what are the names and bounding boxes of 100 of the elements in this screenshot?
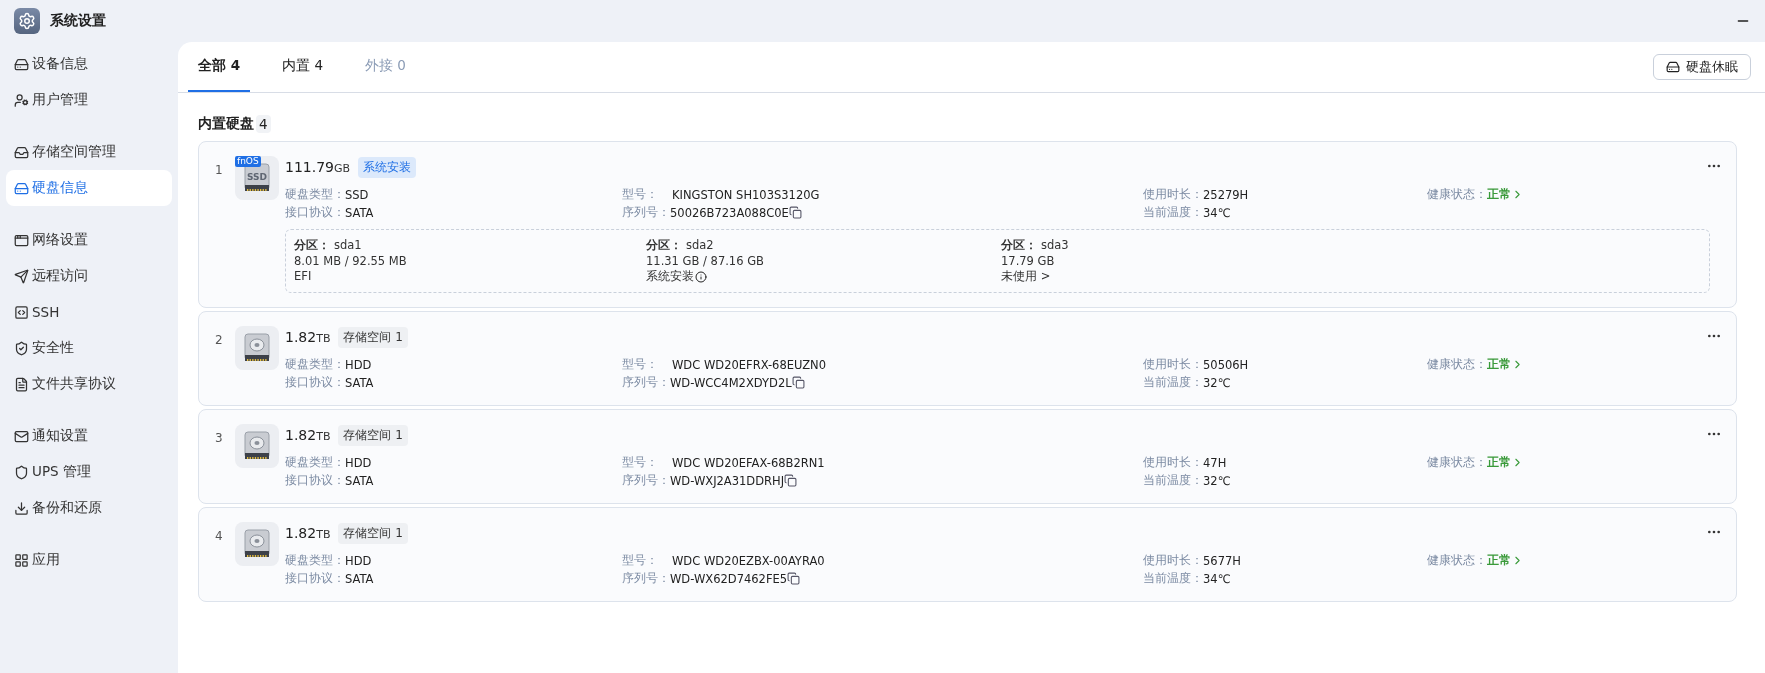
- mail-icon: [14, 428, 29, 444]
- sidebar-item[interactable]: 应用: [6, 542, 172, 578]
- shield-check-icon: [14, 340, 29, 356]
- field-label: 使用时长：: [1143, 357, 1203, 372]
- code-icon: [14, 304, 29, 320]
- field-label: 硬盘类型：: [285, 357, 345, 372]
- partition-size: 8.01 MB / 92.55 MB: [294, 254, 408, 268]
- drive-label: SSD: [247, 172, 268, 183]
- disk-tag: 存储空间 1: [338, 326, 408, 348]
- field-label: 硬盘类型：: [285, 553, 345, 568]
- disk-capacity: 1.82TB: [285, 329, 331, 345]
- disk-number: 4: [215, 528, 224, 545]
- field-label: 序列号：: [622, 473, 670, 488]
- sidebar-item[interactable]: 安全性: [6, 330, 172, 366]
- field-label: 型号：: [622, 357, 658, 372]
- field-label: 型号：: [622, 553, 658, 568]
- disk-capacity: 1.82TB: [285, 525, 331, 541]
- field-value: WD-WCC4M2XDYD2L: [670, 375, 792, 390]
- field-value: WDC WD20EFAX-68B2RN1: [672, 455, 825, 470]
- field-value: WDC WD20EFRX-68EUZN0: [672, 357, 826, 372]
- partition-note: 未使用 >: [1001, 269, 1051, 284]
- field-label: 使用时长：: [1143, 187, 1203, 202]
- field-value: SATA: [345, 473, 374, 488]
- sidebar-item[interactable]: 存储空间管理: [6, 134, 172, 170]
- field-label: 硬盘类型：: [285, 455, 345, 470]
- sidebar-item[interactable]: 文件共享协议: [6, 366, 172, 402]
- sidebar-item[interactable]: 用户管理: [6, 82, 172, 118]
- field-value: SATA: [345, 375, 374, 390]
- field-label: 当前温度：: [1143, 473, 1203, 488]
- field-label: 健康状态：: [1427, 553, 1487, 568]
- copy-icon[interactable]: [787, 572, 801, 585]
- sidebar-item[interactable]: 通知设置: [6, 418, 172, 454]
- disk-tag: 系统安装: [358, 156, 417, 178]
- field-label: 当前温度：: [1143, 571, 1203, 586]
- field-value: 32℃: [1203, 375, 1231, 390]
- field-value: SSD: [345, 187, 369, 202]
- field-label: 接口协议：: [285, 375, 345, 390]
- field-label: 接口协议：: [285, 571, 345, 586]
- document-icon: [14, 376, 29, 392]
- partition-name: 分区： sda2: [646, 238, 715, 253]
- disk-capacity: 111.79GB: [285, 159, 351, 175]
- partition-size: 11.31 GB / 87.16 GB: [646, 254, 765, 268]
- field-value: 25279H: [1203, 187, 1249, 202]
- field-label: 型号：: [622, 455, 658, 470]
- send-icon: [14, 268, 29, 284]
- field-value: 34℃: [1203, 205, 1231, 220]
- user-gear-icon: [14, 92, 29, 108]
- app-logo-icon: [14, 8, 40, 34]
- sidebar-item[interactable]: 设备信息: [6, 46, 172, 82]
- copy-icon[interactable]: [784, 474, 798, 487]
- field-value: 50026B723A088C0E: [670, 205, 789, 220]
- field-value: 47H: [1203, 455, 1227, 470]
- sidebar-item[interactable]: 远程访问: [6, 258, 172, 294]
- field-value: HDD: [345, 455, 372, 470]
- field-value: 32℃: [1203, 473, 1231, 488]
- sidebar-item[interactable]: SSH: [6, 294, 172, 330]
- disk-capacity: 1.82TB: [285, 427, 331, 443]
- sidebar-item[interactable]: UPS 管理: [6, 454, 172, 490]
- disk-number: 3: [215, 430, 224, 447]
- copy-icon[interactable]: [791, 376, 805, 389]
- partition-name: 分区： sda3: [1001, 238, 1070, 253]
- grid-icon: [14, 552, 29, 568]
- drive-icon: [1666, 60, 1680, 74]
- field-label: 序列号：: [622, 205, 670, 220]
- field-value: WDC WD20EZBX-00AYRA0: [672, 553, 825, 568]
- sidebar-item[interactable]: 备份和还原: [6, 490, 172, 526]
- sidebar-item[interactable]: 硬盘信息: [6, 170, 172, 206]
- partition-size: 17.79 GB: [1001, 254, 1056, 268]
- field-label: 当前温度：: [1143, 375, 1203, 390]
- field-value: WD-WX62D7462FE5: [670, 571, 788, 586]
- hard-drive-icon: [235, 522, 279, 566]
- field-label: 接口协议：: [285, 205, 345, 220]
- field-value: SATA: [345, 205, 374, 220]
- disk-tag: 存储空间 1: [338, 424, 408, 446]
- info-icon[interactable]: [695, 270, 707, 283]
- tab[interactable]: 内置 4: [272, 42, 333, 92]
- field-label: 健康状态：: [1427, 357, 1487, 372]
- tab[interactable]: 全部 4: [188, 42, 251, 92]
- field-value: SATA: [345, 571, 374, 586]
- drive-icon: [14, 180, 29, 196]
- field-value: 34℃: [1203, 571, 1231, 586]
- field-label: 型号：: [622, 187, 658, 202]
- sleep-button[interactable]: 硬盘休眠: [1653, 54, 1751, 80]
- drive-badge: fnOS: [235, 156, 261, 167]
- field-label: 序列号：: [622, 571, 670, 586]
- download-icon: [14, 500, 29, 516]
- sidebar-item[interactable]: 网络设置: [6, 222, 172, 258]
- copy-icon[interactable]: [788, 206, 802, 219]
- field-label: 使用时长：: [1143, 455, 1203, 470]
- field-value: WD-WXJ2A31DDRHJ: [670, 473, 785, 488]
- window-icon: [14, 232, 29, 248]
- field-label: 健康状态：: [1427, 455, 1487, 470]
- field-value: 5677H: [1203, 553, 1241, 568]
- field-label: 健康状态：: [1427, 187, 1487, 202]
- section-count: 4: [256, 115, 271, 133]
- field-value: 50506H: [1203, 357, 1249, 372]
- field-value: HDD: [345, 553, 372, 568]
- field-value: KINGSTON SH103S3120G: [672, 187, 820, 202]
- drive-icon: [14, 56, 29, 72]
- field-label: 硬盘类型：: [285, 187, 345, 202]
